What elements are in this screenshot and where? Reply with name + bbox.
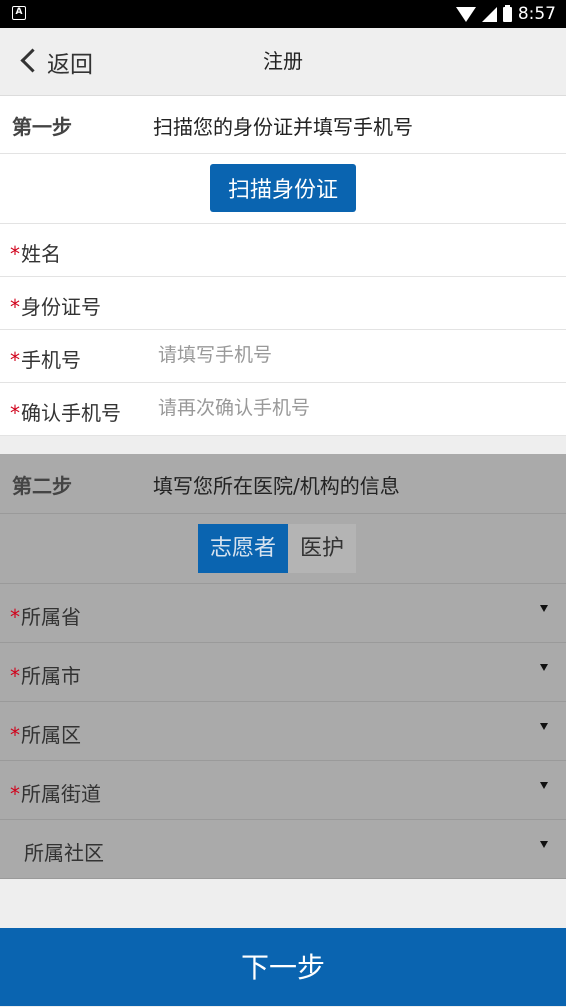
street-select[interactable]: *所属街道 [0, 761, 566, 820]
section-gap [0, 436, 566, 454]
step2-header: 第二步 填写您所在医院/机构的信息 [0, 454, 566, 514]
step1-header: 第一步 扫描您的身份证并填写手机号 [0, 96, 566, 154]
required-mark: * [10, 664, 20, 688]
community-label-text: 所属社区 [24, 841, 104, 865]
required-mark: * [10, 401, 20, 425]
required-mark: * [10, 605, 20, 629]
signal-icon [481, 6, 497, 22]
id-number-label: *身份证号 [10, 291, 101, 320]
phone-label: *手机号 [10, 344, 81, 373]
name-label-text: 姓名 [21, 242, 61, 266]
required-mark: * [10, 782, 20, 806]
wifi-icon [455, 6, 476, 22]
street-label-text: 所属街道 [21, 782, 101, 806]
phone-input[interactable] [158, 342, 556, 368]
city-label: *所属市 [10, 660, 81, 689]
dropdown-arrow-icon [540, 723, 548, 730]
step2-label: 第二步 [12, 474, 72, 498]
confirm-phone-row: *确认手机号 [0, 383, 566, 436]
district-select[interactable]: *所属区 [0, 702, 566, 761]
battery-icon [502, 4, 512, 22]
role-toggle-row: 志愿者 医护 [0, 514, 566, 584]
phone-row: *手机号 [0, 330, 566, 383]
id-number-input[interactable] [158, 291, 556, 317]
confirm-phone-label-text: 确认手机号 [21, 401, 121, 425]
back-label: 返回 [47, 52, 93, 78]
role-option-volunteer[interactable]: 志愿者 [198, 524, 289, 573]
title-bar: 返回 注册 [0, 28, 566, 96]
status-time: 8:57 [517, 4, 556, 24]
required-mark: * [10, 242, 20, 266]
name-input[interactable] [158, 238, 556, 264]
next-step-button[interactable]: 下一步 [0, 928, 566, 1006]
id-number-label-text: 身份证号 [21, 295, 101, 319]
role-option-medical[interactable]: 医护 [288, 524, 357, 573]
step2-description: 填写您所在医院/机构的信息 [153, 474, 400, 498]
back-button[interactable]: 返回 [20, 40, 93, 84]
dropdown-arrow-icon [540, 782, 548, 789]
dropdown-arrow-icon [540, 605, 548, 612]
community-label: 所属社区 [23, 837, 104, 866]
step1-description: 扫描您的身份证并填写手机号 [153, 115, 413, 139]
district-label-text: 所属区 [21, 723, 81, 747]
required-mark: * [10, 295, 20, 319]
scan-row: 扫描身份证 [0, 154, 566, 224]
dropdown-arrow-icon [540, 664, 548, 671]
role-toggle: 志愿者 医护 [198, 524, 357, 573]
notification-icon: A [12, 6, 26, 20]
chevron-left-icon [20, 47, 45, 73]
city-label-text: 所属市 [21, 664, 81, 688]
confirm-phone-input[interactable] [158, 395, 556, 421]
district-label: *所属区 [10, 719, 81, 748]
city-select[interactable]: *所属市 [0, 643, 566, 702]
scan-id-card-button[interactable]: 扫描身份证 [210, 164, 356, 212]
phone-label-text: 手机号 [21, 348, 81, 372]
id-number-row: *身份证号 [0, 277, 566, 330]
dropdown-arrow-icon [540, 841, 548, 848]
province-label-text: 所属省 [21, 605, 81, 629]
name-label: *姓名 [10, 238, 61, 267]
step1-label: 第一步 [12, 115, 72, 139]
required-mark: * [10, 348, 20, 372]
confirm-phone-label: *确认手机号 [10, 397, 121, 426]
street-label: *所属街道 [10, 778, 101, 807]
community-select[interactable]: 所属社区 [0, 820, 566, 879]
status-bar: A 8:57 [0, 0, 566, 28]
province-select[interactable]: *所属省 [0, 584, 566, 643]
name-row: *姓名 [0, 224, 566, 277]
required-mark: * [10, 723, 20, 747]
province-label: *所属省 [10, 601, 81, 630]
bottom-gap [0, 879, 566, 928]
